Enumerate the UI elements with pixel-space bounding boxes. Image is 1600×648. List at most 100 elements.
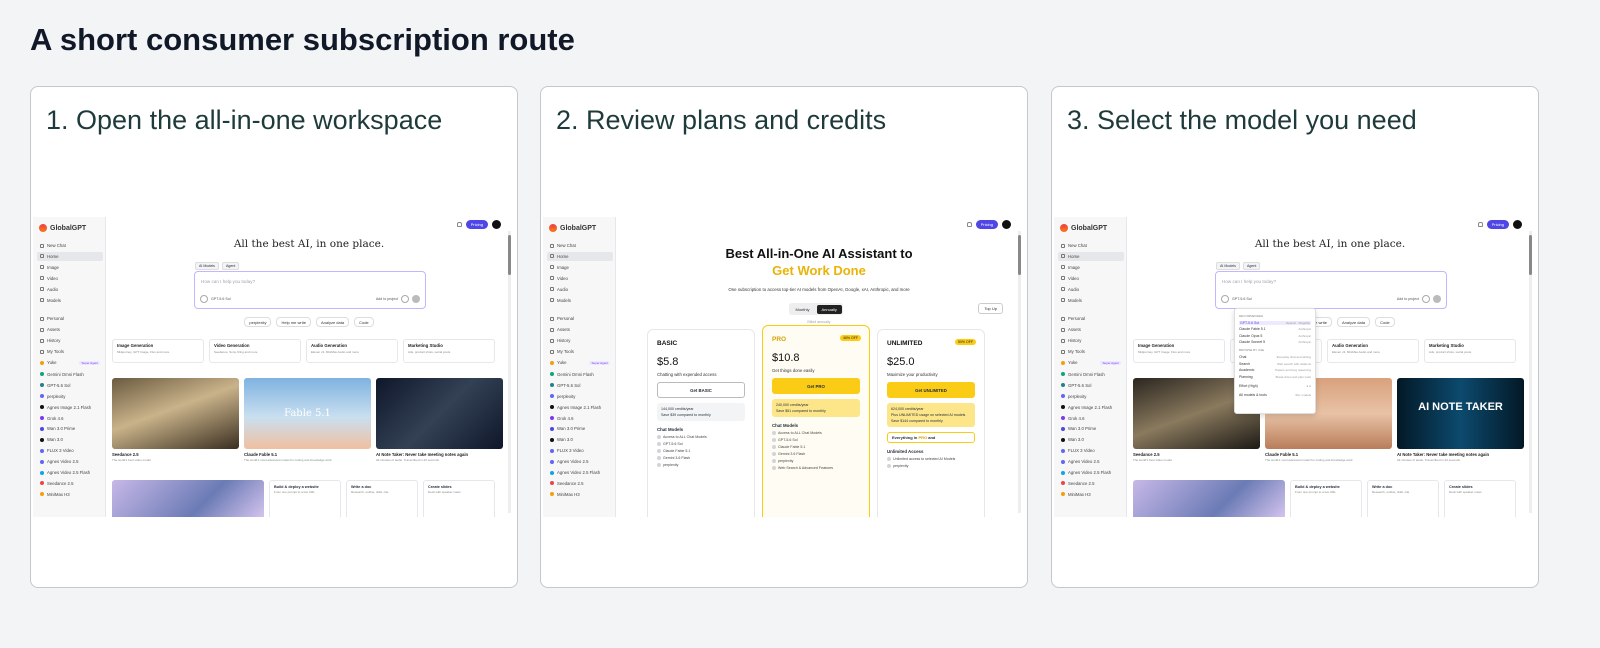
model-option[interactable]: Claude Opus 5 Anthropic <box>1239 334 1311 338</box>
bottom-card[interactable]: Write a doc Research, outline, draft, cit… <box>1367 480 1439 517</box>
sidebar-item[interactable]: FLUX 3 Video <box>37 446 103 455</box>
avatar[interactable] <box>1002 220 1011 229</box>
all-models-link[interactable]: All models & tools 99+ models <box>1239 393 1311 397</box>
plus-icon[interactable] <box>200 295 208 303</box>
bottom-card[interactable]: Write a doc Research, outline, draft, cit… <box>346 480 418 517</box>
prompt-input[interactable]: How can I help you today? GPT-5.6 Sol Add… <box>194 271 426 309</box>
sidebar-item[interactable]: Agnes Video 2.5 Flash <box>547 468 613 477</box>
quick-analyze[interactable]: Analyze data <box>1336 317 1371 327</box>
tile-video[interactable]: Video GenerationSeedance, Sora, Kling an… <box>209 339 301 363</box>
sidebar-item[interactable]: Grok 4.6 <box>37 414 103 423</box>
sidebar-item[interactable]: FLUX 3 Video <box>1058 446 1124 455</box>
bottom-card[interactable]: Create slides Deck with speaker notes <box>423 480 495 517</box>
quick-code[interactable]: Code <box>1375 317 1395 327</box>
tab-ai-models[interactable]: AI Models <box>1216 262 1240 270</box>
tab-ai-models[interactable]: AI Models <box>195 262 219 270</box>
mic-icon[interactable] <box>401 295 409 303</box>
tab-agent[interactable]: Agent <box>221 262 240 270</box>
prompt-input[interactable]: How can I help you today? GPT-5.6 Sol Add… <box>1215 271 1447 309</box>
sidebar-item[interactable]: Models <box>37 296 103 305</box>
sidebar-item[interactable]: perplexity <box>547 392 613 401</box>
bell-icon[interactable] <box>1477 222 1483 227</box>
media-card[interactable]: AI Note Taker: Never take meeting notes … <box>376 378 503 462</box>
sidebar-item[interactable]: History <box>1058 336 1124 345</box>
sidebar-item[interactable]: Personal <box>1058 314 1124 323</box>
sidebar-item[interactable]: perplexity <box>37 392 103 401</box>
quick-help-write[interactable]: Help me write <box>276 317 311 327</box>
pricing-button[interactable]: Pricing <box>975 220 998 229</box>
sidebar-item[interactable]: My Tools <box>37 347 103 356</box>
get-unlimited-button[interactable]: Get UNLIMITED <box>887 382 975 398</box>
tile-image[interactable]: Image Generation Midjourney, GPT Image, F… <box>1133 339 1225 363</box>
toggle-annually[interactable]: Annually <box>816 304 842 314</box>
tile-audio[interactable]: Audio Generation Eleven v3, MiniMax Audio… <box>306 339 398 363</box>
tile-image[interactable]: Image Generation Midjourney, GPT Image, F… <box>112 339 204 363</box>
sidebar-item[interactable]: MiniMax H3 <box>37 490 103 499</box>
use-option[interactable]: Academic Papers and long reasoning <box>1239 368 1311 372</box>
plus-icon[interactable] <box>1221 295 1229 303</box>
sidebar-item[interactable]: GPT-5.6 Sol <box>1058 381 1124 390</box>
sidebar-item[interactable]: Assets <box>547 325 613 334</box>
use-option[interactable]: Planning Break down and plan work <box>1239 375 1311 379</box>
bell-icon[interactable] <box>456 222 462 227</box>
tab-agent[interactable]: Agent <box>1242 262 1261 270</box>
use-option[interactable]: Search Web search with citations <box>1239 362 1311 366</box>
tile-marketing[interactable]: Marketing Studio Ads, product shots, soci… <box>1424 339 1516 363</box>
sidebar-item[interactable]: Yuke Super Agent <box>1058 358 1124 367</box>
avatar[interactable] <box>1513 220 1522 229</box>
tile-marketing[interactable]: Marketing Studio Ads, product shots, soci… <box>403 339 495 363</box>
bottom-card[interactable]: Build & deploy a website From one prompt … <box>269 480 341 517</box>
sidebar-item[interactable]: Models <box>1058 296 1124 305</box>
promo-card[interactable] <box>1133 480 1285 517</box>
sidebar-item[interactable]: Wan 3.0 Prime <box>37 424 103 433</box>
sidebar-item[interactable]: Personal <box>37 314 103 323</box>
avatar[interactable] <box>492 220 501 229</box>
use-option[interactable]: Chat Everyday chat and writing <box>1239 355 1311 359</box>
toggle-monthly[interactable]: Monthly <box>791 305 815 314</box>
scrollbar[interactable] <box>508 231 511 513</box>
sidebar-item[interactable]: Gemini Omni Flash <box>1058 370 1124 379</box>
model-option[interactable]: Claude Sonnet 5 Anthropic <box>1239 340 1311 344</box>
billing-toggle[interactable]: Monthly Annually <box>789 303 844 315</box>
top-up-button[interactable]: Top Up <box>978 303 1003 314</box>
sidebar-item[interactable]: Image <box>37 263 103 272</box>
sidebar-item[interactable]: Wan 3.0 <box>37 435 103 444</box>
sidebar-item[interactable]: Yuke Super Agent <box>37 358 103 367</box>
sidebar-item[interactable]: Seedance 2.5 <box>547 479 613 488</box>
sidebar-item[interactable]: Video <box>1058 274 1124 283</box>
quick-analyze[interactable]: Analyze data <box>315 317 350 327</box>
bottom-card[interactable]: Build & deploy a website From one prompt … <box>1290 480 1362 517</box>
get-basic-button[interactable]: Get BASIC <box>657 382 745 398</box>
sidebar-item[interactable]: Agnes Image 2.1 Flash <box>1058 403 1124 412</box>
sidebar-item[interactable]: New Chat <box>547 241 613 250</box>
sidebar-item[interactable]: Assets <box>37 325 103 334</box>
sidebar-item[interactable]: Home <box>37 251 103 261</box>
sidebar-item[interactable]: Yuke Super Agent <box>547 358 613 367</box>
sidebar-item[interactable]: Agnes Video 2.5 <box>547 457 613 466</box>
model-select[interactable]: GPT-5.6 Sol <box>1232 297 1252 301</box>
add-to-project[interactable]: Add to project <box>1397 297 1419 301</box>
sidebar-item[interactable]: Models <box>547 296 613 305</box>
model-select[interactable]: GPT-5.6 Sol <box>211 297 231 301</box>
sidebar-item[interactable]: My Tools <box>1058 347 1124 356</box>
sidebar-item[interactable]: Agnes Video 2.5 <box>1058 457 1124 466</box>
sidebar-item[interactable]: My Tools <box>547 347 613 356</box>
sidebar-item[interactable]: Agnes Video 2.5 Flash <box>1058 468 1124 477</box>
tile-audio[interactable]: Audio Generation Eleven v3, MiniMax Audio… <box>1327 339 1419 363</box>
send-icon[interactable] <box>412 295 420 303</box>
sidebar-item[interactable]: Agnes Video 2.5 <box>37 457 103 466</box>
sidebar-item[interactable]: Wan 3.0 Prime <box>1058 424 1124 433</box>
send-icon[interactable] <box>1433 295 1441 303</box>
sidebar-item[interactable]: Agnes Image 2.1 Flash <box>547 403 613 412</box>
sidebar-item[interactable]: Grok 4.6 <box>1058 414 1124 423</box>
sidebar-item[interactable]: New Chat <box>1058 241 1124 250</box>
pricing-button[interactable]: Pricing <box>465 220 488 229</box>
sidebar-item[interactable]: Gemini Omni Flash <box>547 370 613 379</box>
sidebar-item[interactable]: Seedance 2.5 <box>1058 479 1124 488</box>
sidebar-item[interactable]: Wan 3.0 <box>1058 435 1124 444</box>
sidebar-item[interactable]: Video <box>547 274 613 283</box>
sidebar-item[interactable]: New Chat <box>37 241 103 250</box>
sidebar-item[interactable]: Grok 4.6 <box>547 414 613 423</box>
sidebar-item[interactable]: Seedance 2.5 <box>37 479 103 488</box>
sidebar-item[interactable]: Video <box>37 274 103 283</box>
